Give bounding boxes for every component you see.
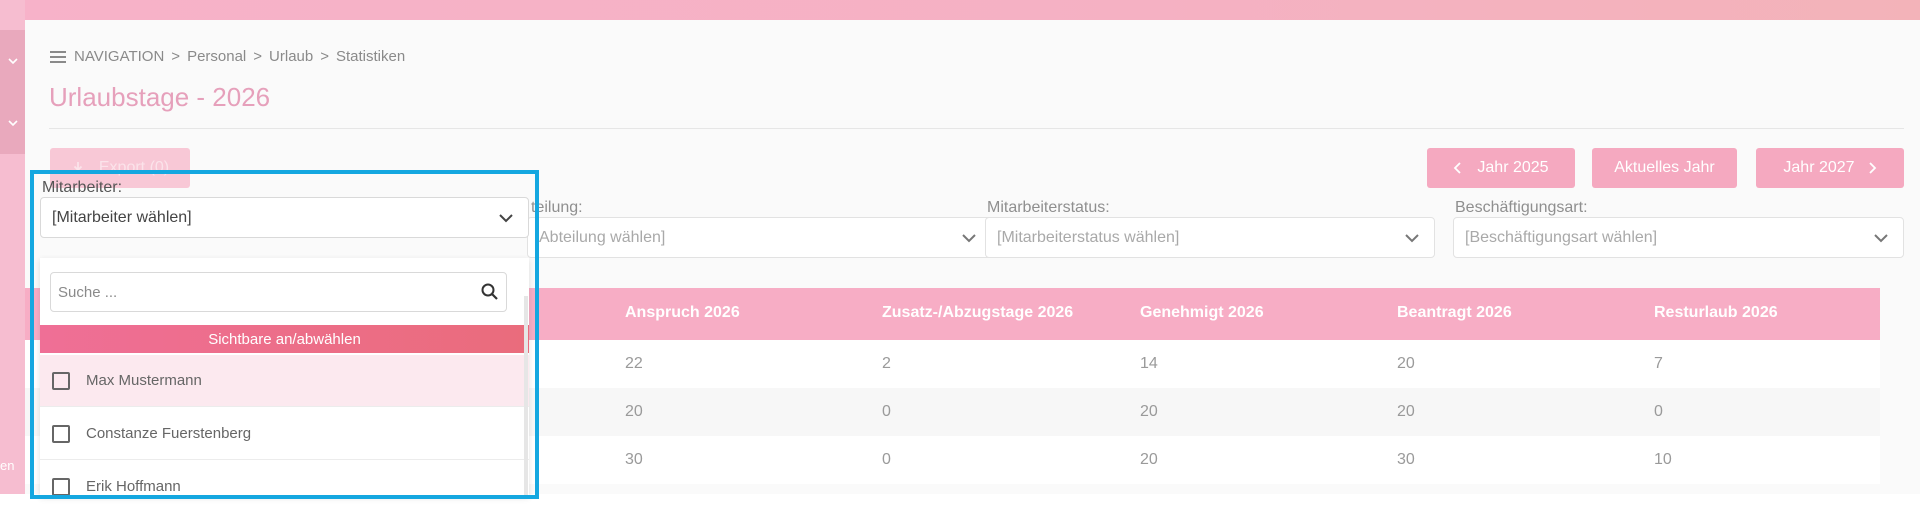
breadcrumb-personal[interactable]: Personal [187,48,246,65]
divider [49,128,1904,129]
menu-icon[interactable] [50,50,66,63]
top-bar [0,0,1920,20]
chevron-down-icon [7,58,18,65]
employee-status-value: [Mitarbeiterstatus wählen] [997,228,1180,246]
next-year-button[interactable]: Jahr 2027 [1756,148,1904,188]
header-beantragt: Beantragt 2026 [1397,304,1512,321]
cell: 30 [625,451,643,468]
chevron-down-icon [962,234,976,243]
current-year-button[interactable]: Aktuelles Jahr [1592,148,1737,188]
cell: 14 [1140,355,1158,372]
cell: 20 [625,403,643,420]
cell: 22 [625,355,643,372]
breadcrumb: NAVIGATION > Personal > Urlaub > Statist… [50,48,405,65]
cell: 7 [1654,355,1663,372]
employment-type-label: Beschäftigungsart: [1455,199,1588,216]
employment-type-value: [Beschäftigungsart wählen] [1465,228,1658,246]
next-year-label: Jahr 2027 [1783,159,1855,176]
sidebar-partial-label: en [0,458,15,473]
cell: 0 [1654,403,1663,420]
chevron-down-icon [1874,234,1888,243]
chevron-right-icon [1868,162,1876,174]
sidebar-item-2[interactable] [0,92,25,154]
chevron-left-icon [1454,162,1462,174]
cell: 30 [1397,451,1415,468]
sidebar-item-1[interactable] [0,30,25,92]
cell: 20 [1397,403,1415,420]
employment-type-select[interactable]: [Beschäftigungsart wählen] [1453,217,1904,258]
breadcrumb-separator: > [253,48,263,65]
breadcrumb-urlaub[interactable]: Urlaub [269,48,313,65]
prev-year-button[interactable]: Jahr 2025 [1427,148,1575,188]
employee-status-label: Mitarbeiterstatus: [987,199,1110,216]
header-resturlaub: Resturlaub 2026 [1654,304,1778,321]
breadcrumb-statistiken: Statistiken [335,48,406,65]
prev-year-label: Jahr 2025 [1477,159,1549,176]
cell: 0 [882,403,891,420]
cell: 0 [882,451,891,468]
department-value: Abteilung wählen] [539,228,666,246]
breadcrumb-separator: > [320,48,329,65]
page-title: Urlaubstage - 2026 [49,82,271,112]
chevron-down-icon [1405,234,1419,243]
current-year-label: Aktuelles Jahr [1614,159,1715,176]
department-select[interactable]: Abteilung wählen] [527,217,992,258]
header-zusatz: Zusatz-/Abzugstage 2026 [882,304,1074,321]
sidebar: en [0,0,25,494]
employee-status-select[interactable]: [Mitarbeiterstatus wählen] [985,217,1435,258]
highlight-frame [30,170,539,499]
cell: 20 [1397,355,1415,372]
header-genehmigt: Genehmigt 2026 [1140,304,1264,321]
chevron-down-icon [7,120,18,127]
cell: 2 [882,355,891,372]
breadcrumb-separator: > [171,48,181,65]
cell: 20 [1140,403,1158,420]
header-anspruch: Anspruch 2026 [625,304,740,321]
cell: 10 [1654,451,1672,468]
breadcrumb-nav[interactable]: NAVIGATION [74,48,164,65]
cell: 20 [1140,451,1158,468]
